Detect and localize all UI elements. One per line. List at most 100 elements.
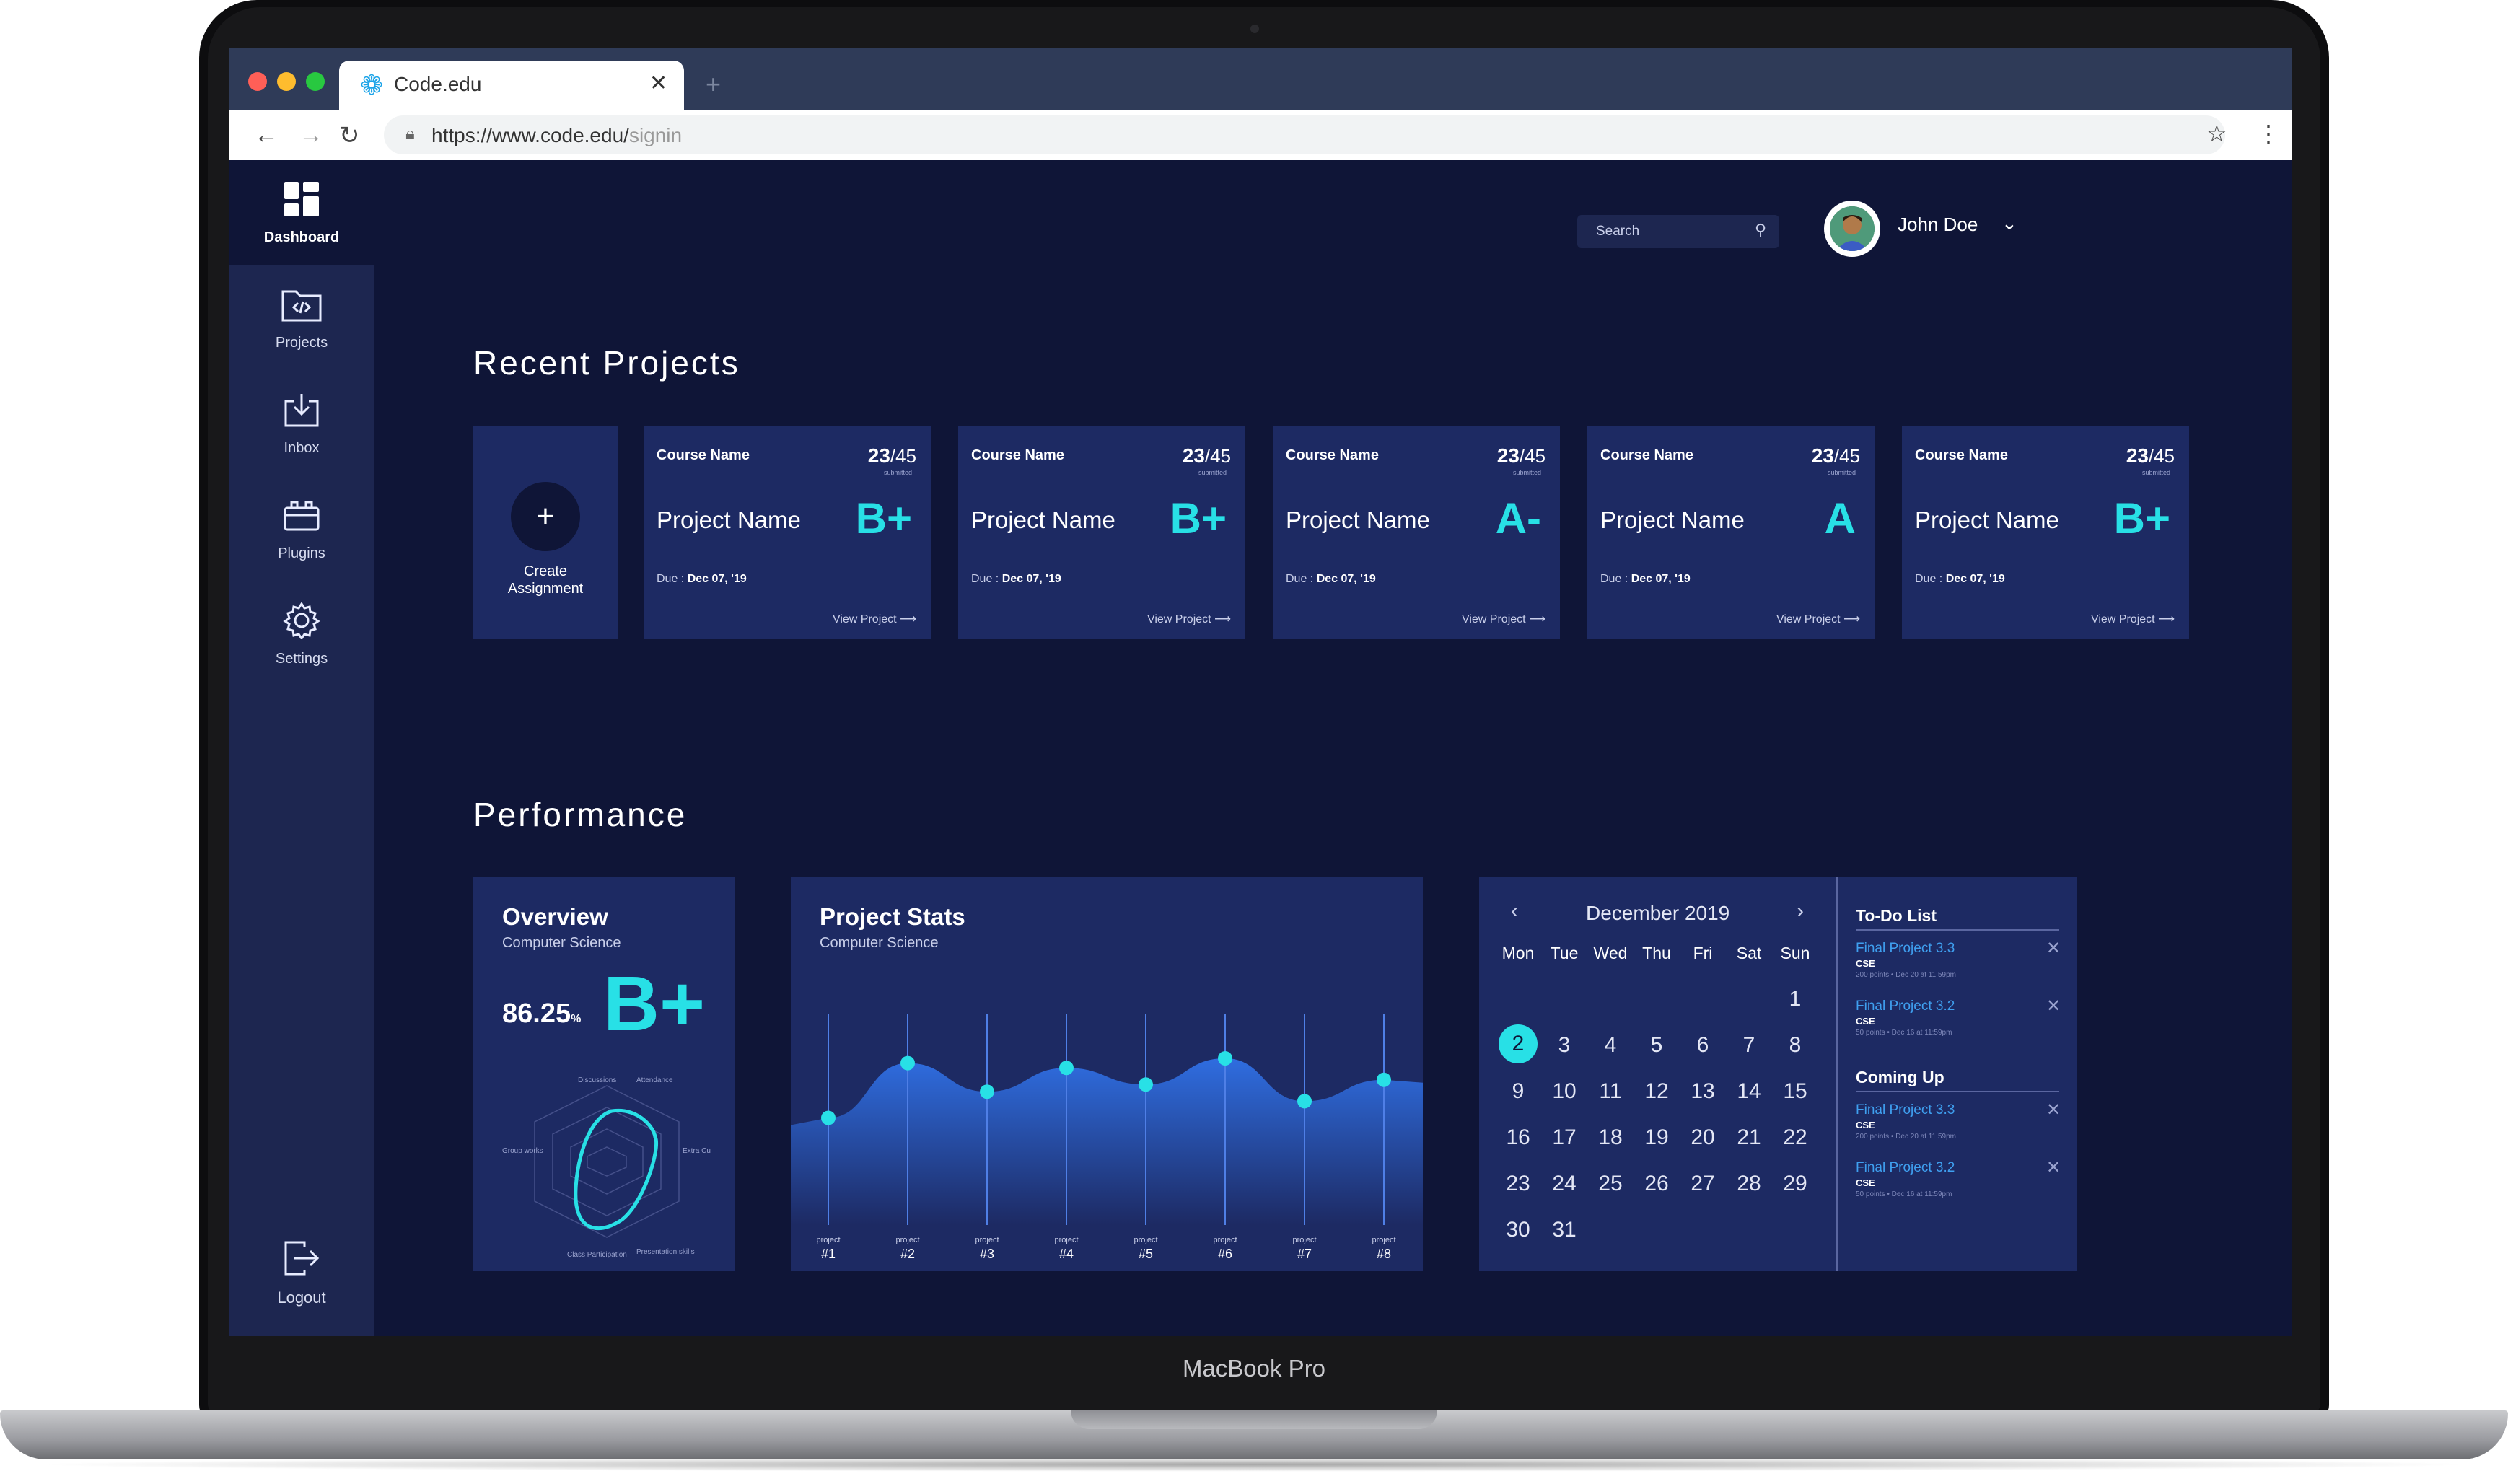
reload-icon[interactable]: ↻ [339, 121, 360, 150]
calendar-day[interactable]: 9 [1495, 1079, 1541, 1104]
calendar-day[interactable]: 6 [1680, 1033, 1726, 1058]
item-title[interactable]: Final Project 3.2 [1856, 1160, 1955, 1176]
calendar-day[interactable]: 18 [1587, 1125, 1634, 1150]
calendar-day[interactable]: 24 [1541, 1172, 1587, 1196]
calendar-day[interactable]: 11 [1587, 1079, 1634, 1104]
forward-arrow-icon[interactable]: → [299, 121, 323, 149]
calendar-day[interactable]: 25 [1587, 1172, 1634, 1196]
calendar-day[interactable]: 8 [1772, 1033, 1818, 1058]
project-card[interactable]: Course Name 23/45 submitted Project Name B+ D… [644, 426, 931, 639]
stats-data-point[interactable] [1218, 1051, 1232, 1066]
bookmark-star-icon[interactable]: ☆ [2206, 120, 2227, 147]
calendar-day[interactable]: 23 [1495, 1172, 1541, 1196]
close-icon[interactable]: ✕ [2046, 938, 2061, 959]
calendar-day[interactable]: 22 [1772, 1125, 1818, 1150]
new-tab-button[interactable]: + [706, 69, 721, 100]
stats-data-point[interactable] [1059, 1061, 1074, 1076]
calendar-day[interactable]: 16 [1495, 1125, 1541, 1150]
calendar-prev-icon[interactable]: ‹ [1511, 899, 1518, 923]
project-stats-subtitle: Computer Science [820, 935, 939, 951]
calendar-day[interactable]: 20 [1680, 1125, 1726, 1150]
view-project-link[interactable]: View Project ⟶ [2091, 612, 2175, 626]
stats-area [791, 1058, 1423, 1225]
coming-up-item[interactable]: Final Project 3.2 CSE 50 points • Dec 16 a… [1856, 1157, 2065, 1213]
item-title[interactable]: Final Project 3.2 [1856, 998, 1955, 1014]
calendar-day[interactable]: 26 [1634, 1172, 1680, 1196]
sidebar-item-settings[interactable]: Settings [229, 581, 374, 687]
sidebar-item-inbox[interactable]: Inbox [229, 371, 374, 476]
back-arrow-icon[interactable]: ← [254, 121, 279, 149]
calendar-day[interactable]: 4 [1587, 1033, 1634, 1058]
calendar-day[interactable]: 1 [1772, 987, 1818, 1011]
view-project-link[interactable]: View Project ⟶ [1462, 612, 1545, 626]
radar-label: Class Participation [567, 1251, 627, 1259]
tab-close-icon[interactable]: ✕ [649, 71, 667, 96]
calendar-day[interactable]: 30 [1495, 1218, 1541, 1242]
stats-data-point[interactable] [1377, 1072, 1391, 1087]
close-icon[interactable]: ✕ [2046, 1099, 2061, 1120]
calendar-day[interactable]: 3 [1541, 1033, 1587, 1058]
close-icon[interactable]: ✕ [2046, 1157, 2061, 1178]
sidebar-item-plugins[interactable]: Plugins [229, 476, 374, 581]
todo-item[interactable]: Final Project 3.2 CSE 50 points • Dec 16 a… [1856, 996, 2065, 1052]
plus-icon[interactable]: + [511, 482, 580, 551]
calendar-day[interactable]: 13 [1680, 1079, 1726, 1104]
view-project-link[interactable]: View Project ⟶ [833, 612, 916, 626]
close-window-button[interactable] [248, 72, 267, 91]
create-assignment-card[interactable]: + Create Assignment [473, 426, 618, 639]
stats-data-point[interactable] [1297, 1094, 1312, 1109]
minimize-window-button[interactable] [277, 72, 296, 91]
item-course: CSE [1856, 1016, 1875, 1027]
address-bar[interactable]: 🔒︎ https://www.code.edu/signin [384, 115, 2225, 154]
arrow-right-icon: ⟶ [1529, 613, 1545, 625]
calendar-weekday: Sat [1736, 944, 1762, 962]
card-submitted-label: submitted [1827, 469, 1856, 476]
search-input[interactable]: Search ⚲ [1577, 215, 1779, 248]
card-project-name: Project Name [971, 506, 1115, 533]
project-card[interactable]: Course Name 23/45 submitted Project Name B+ D… [1902, 426, 2189, 639]
calendar-day[interactable]: 17 [1541, 1125, 1587, 1150]
calendar-day[interactable]: 27 [1680, 1172, 1726, 1196]
calendar-day[interactable]: 15 [1772, 1079, 1818, 1104]
item-title[interactable]: Final Project 3.3 [1856, 941, 1955, 957]
sidebar-item-projects[interactable]: Projects [229, 265, 374, 371]
stats-data-point[interactable] [980, 1084, 994, 1099]
project-card[interactable]: Course Name 23/45 submitted Project Name A Du… [1587, 426, 1875, 639]
calendar-day[interactable]: 19 [1634, 1125, 1680, 1150]
calendar-day[interactable]: 28 [1726, 1172, 1772, 1196]
sidebar-item-dashboard[interactable]: Dashboard [229, 160, 374, 265]
user-name[interactable]: John Doe [1898, 214, 1978, 236]
todo-item[interactable]: Final Project 3.3 CSE 200 points • Dec 20 … [1856, 938, 2065, 994]
close-icon[interactable]: ✕ [2046, 996, 2061, 1017]
browser-menu-icon[interactable]: ⋮ [2257, 120, 2280, 147]
radar-label: Discussions [578, 1076, 616, 1084]
calendar-day[interactable]: 12 [1634, 1079, 1680, 1104]
calendar-next-icon[interactable]: › [1797, 899, 1804, 923]
item-title[interactable]: Final Project 3.3 [1856, 1102, 1955, 1118]
calendar-day[interactable]: 14 [1726, 1079, 1772, 1104]
avatar[interactable] [1824, 201, 1880, 257]
stats-data-point[interactable] [1139, 1077, 1153, 1092]
project-card[interactable]: Course Name 23/45 submitted Project Name B+ D… [958, 426, 1245, 639]
coming-up-item[interactable]: Final Project 3.3 CSE 200 points • Dec 20 … [1856, 1099, 2065, 1156]
browser-tab[interactable]: ❁ Code.edu ✕ [339, 61, 684, 110]
calendar-day[interactable]: 5 [1634, 1033, 1680, 1058]
maximize-window-button[interactable] [306, 72, 325, 91]
stats-data-point[interactable] [900, 1055, 915, 1071]
search-icon[interactable]: ⚲ [1755, 221, 1766, 240]
calendar-day[interactable]: 10 [1541, 1079, 1587, 1104]
project-card[interactable]: Course Name 23/45 submitted Project Name A- D… [1273, 426, 1560, 639]
card-submission-count: 23/45 [1811, 444, 1860, 467]
calendar-day[interactable]: 7 [1726, 1033, 1772, 1058]
chevron-down-icon[interactable]: ⌄ [2001, 212, 2017, 234]
view-project-link[interactable]: View Project ⟶ [1776, 612, 1860, 626]
sidebar-item-logout[interactable]: Logout [229, 1235, 374, 1336]
sidebar-label-projects: Projects [275, 335, 328, 351]
stats-data-point[interactable] [821, 1110, 836, 1125]
card-grade: B+ [2113, 494, 2170, 543]
calendar-day[interactable]: 21 [1726, 1125, 1772, 1150]
calendar-day-selected[interactable]: 2 [1499, 1024, 1538, 1063]
calendar-day[interactable]: 29 [1772, 1172, 1818, 1196]
view-project-link[interactable]: View Project ⟶ [1147, 612, 1231, 626]
calendar-day[interactable]: 31 [1541, 1218, 1587, 1242]
